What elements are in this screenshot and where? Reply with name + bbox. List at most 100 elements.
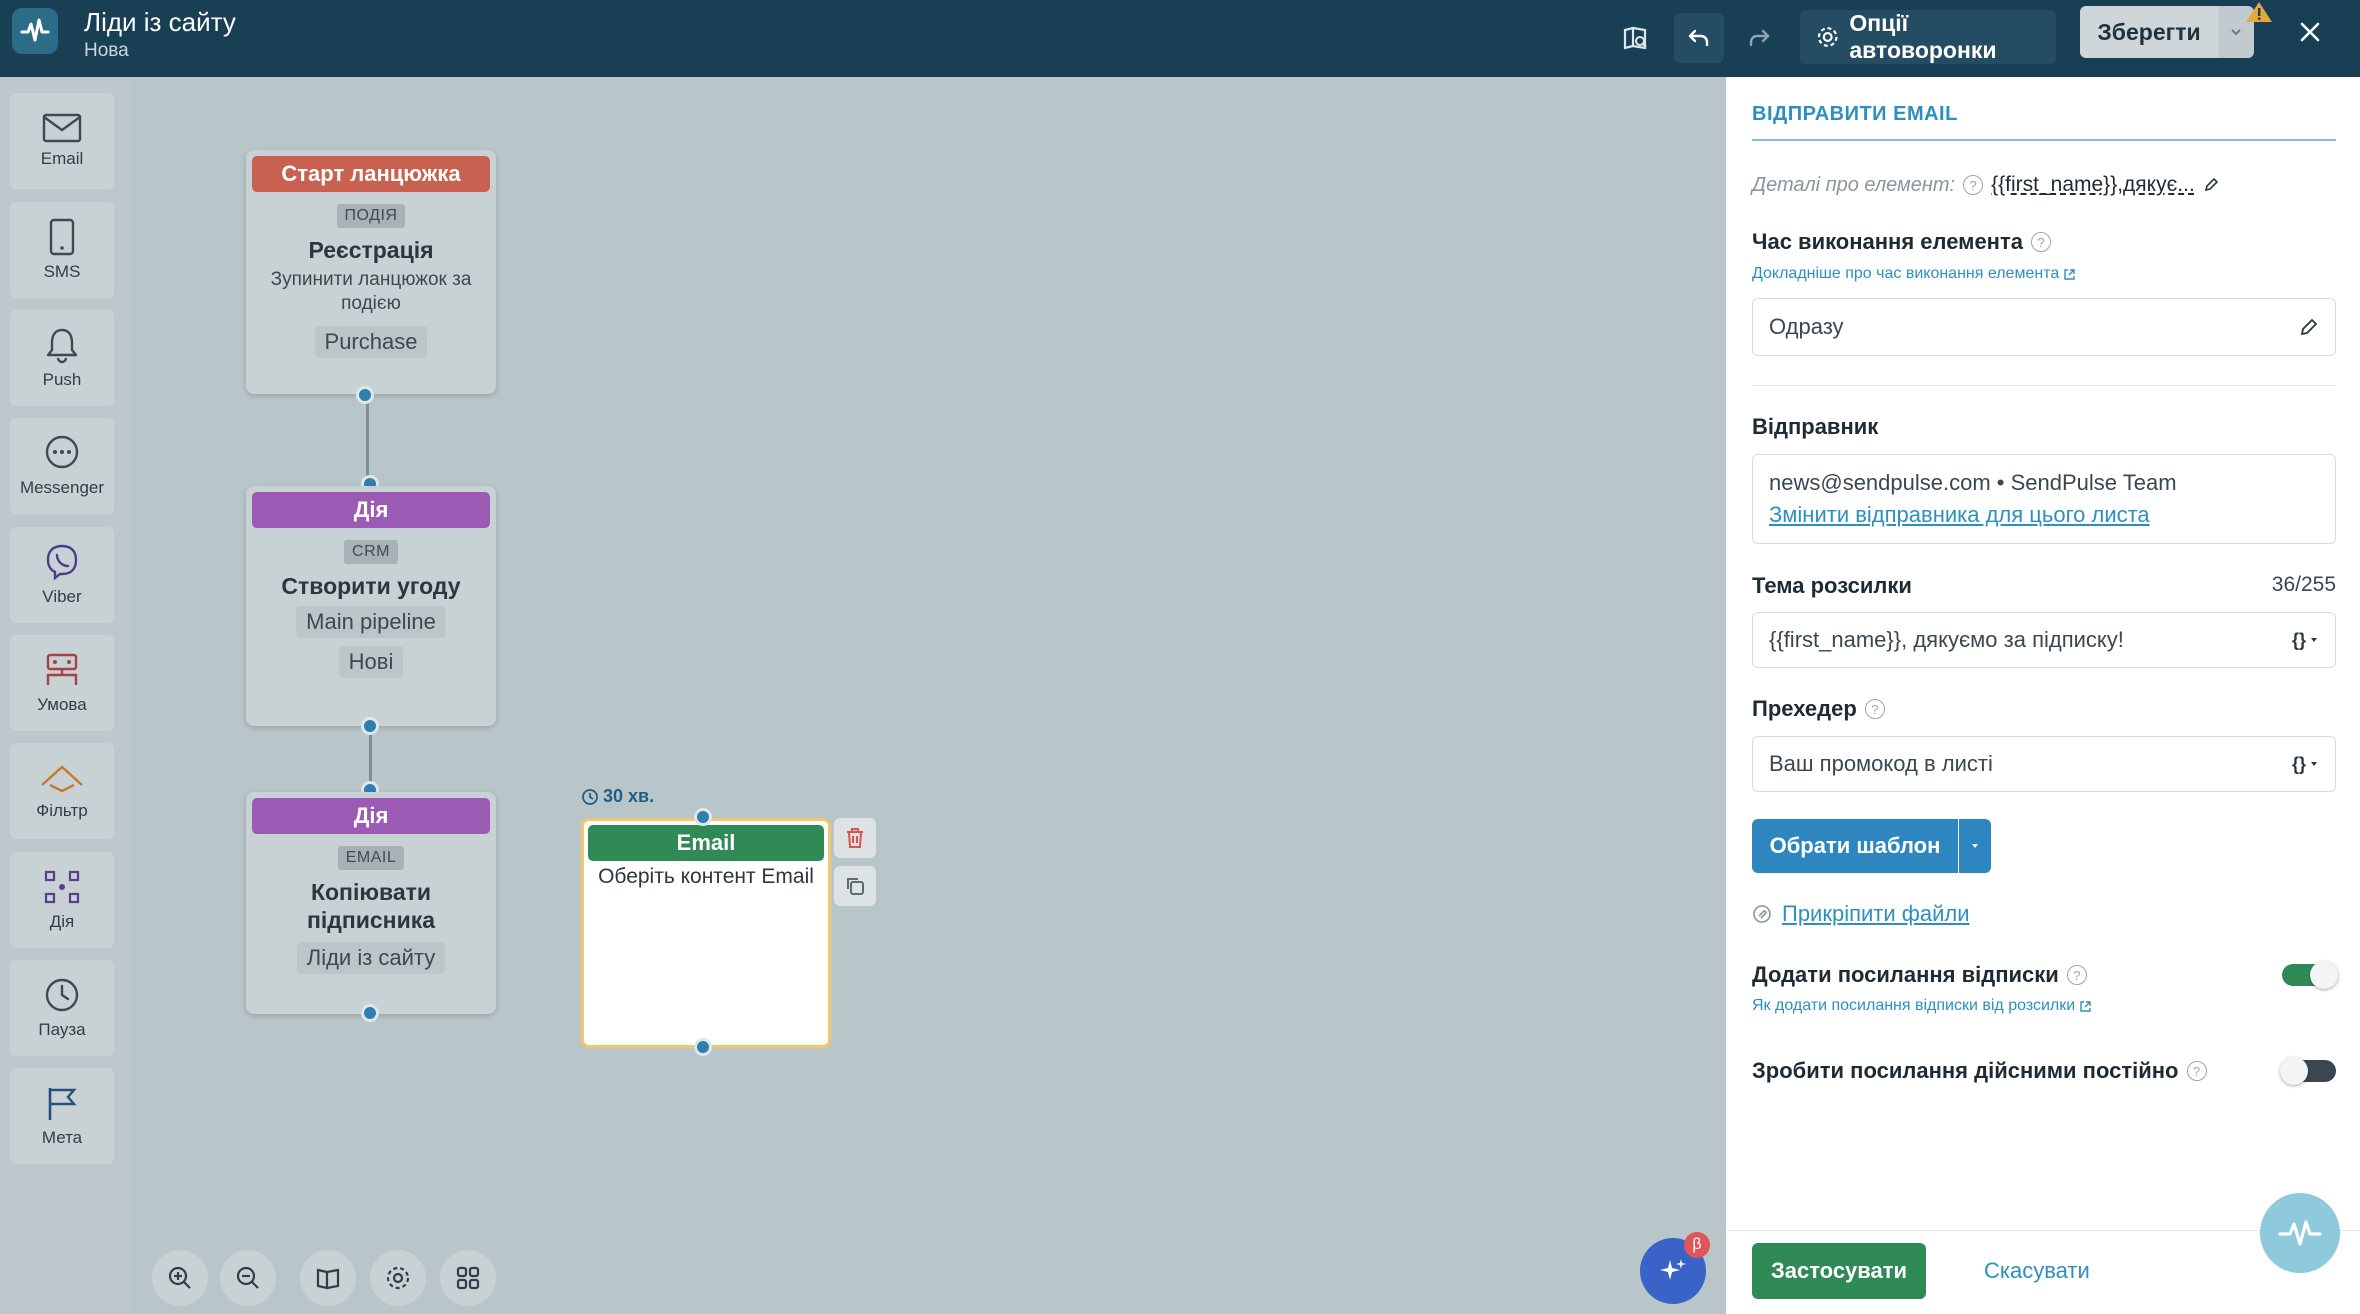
unsubscribe-help-link[interactable]: Як додати посилання відписки від розсилк… bbox=[1752, 997, 2092, 1015]
funnel-options-button[interactable]: Опції автоворонки bbox=[1800, 10, 2056, 64]
book-button[interactable] bbox=[300, 1250, 356, 1306]
delay-value: 30 хв. bbox=[603, 786, 655, 806]
action-icon bbox=[44, 870, 80, 904]
help-icon[interactable]: ? bbox=[2066, 965, 2087, 985]
external-link-icon bbox=[2080, 1000, 2091, 1012]
tool-sms[interactable]: SMS bbox=[10, 202, 114, 298]
tool-label: Email bbox=[40, 149, 84, 168]
exec-time-help-link[interactable]: Докладніше про час виконання елемента bbox=[1752, 265, 2076, 283]
redo-button[interactable] bbox=[1734, 13, 1784, 63]
grid-button[interactable] bbox=[440, 1250, 496, 1306]
output-port[interactable] bbox=[361, 717, 379, 735]
flag-icon bbox=[48, 1088, 77, 1120]
element-settings-panel: ВІДПРАВИТИ EMAIL Деталі про елемент: ? {… bbox=[1726, 77, 2360, 1314]
tool-goal[interactable]: Мета bbox=[10, 1068, 114, 1164]
exec-time-help-text: Докладніше про час виконання елемента bbox=[1752, 265, 2060, 282]
zoom-in-button[interactable] bbox=[152, 1250, 208, 1306]
tool-viber[interactable]: Viber bbox=[10, 527, 114, 623]
sparkle-icon bbox=[1660, 1259, 1686, 1280]
personalization-button[interactable]: {} bbox=[2292, 754, 2319, 775]
tool-filter[interactable]: Фільтр bbox=[10, 743, 114, 839]
tool-action[interactable]: Дія bbox=[10, 852, 114, 948]
delete-node-button[interactable] bbox=[834, 818, 876, 858]
gear-icon bbox=[1817, 27, 1838, 47]
attach-files-text: Прикріпити файли bbox=[1782, 901, 1970, 926]
exec-time-field[interactable]: Одразу bbox=[1752, 298, 2336, 356]
input-port[interactable] bbox=[694, 808, 712, 826]
panel-heading-underline bbox=[1752, 139, 2336, 141]
delay-tag[interactable]: 30 хв. bbox=[581, 786, 654, 807]
tool-pause[interactable]: Пауза bbox=[10, 960, 114, 1056]
viber-icon bbox=[46, 544, 78, 581]
element-details-label: Деталі про елемент: bbox=[1752, 173, 1956, 196]
attach-files-link[interactable]: Прикріпити файли bbox=[1752, 901, 1970, 927]
change-sender-link[interactable]: Змінити відправника для цього листа bbox=[1769, 502, 2150, 528]
help-icon[interactable]: ? bbox=[1864, 699, 1885, 719]
subject-input[interactable]: {{first_name}}, дякуємо за підписку! {} bbox=[1752, 612, 2336, 668]
permanent-links-toggle[interactable] bbox=[2280, 1057, 2336, 1085]
apply-button[interactable]: Застосувати bbox=[1752, 1243, 1926, 1299]
help-icon[interactable]: ? bbox=[2030, 232, 2051, 252]
flow-title[interactable]: Ліди із сайту bbox=[84, 6, 236, 38]
choose-template-dropdown[interactable] bbox=[1959, 819, 1991, 873]
action-node-type: CRM bbox=[344, 540, 398, 564]
preheader-input[interactable]: Ваш промокод в листі {} bbox=[1752, 736, 2336, 792]
personalization-button[interactable]: {} bbox=[2292, 630, 2319, 651]
element-details-row: Деталі про елемент: ? {{first_name}},дяк… bbox=[1752, 173, 2219, 197]
unsubscribe-label: Додати посилання відписки ? bbox=[1752, 962, 2087, 988]
output-port[interactable] bbox=[356, 386, 374, 404]
permanent-links-label-text: Зробити посилання дійсними постійно bbox=[1752, 1058, 2179, 1083]
panel-heading: ВІДПРАВИТИ EMAIL bbox=[1752, 103, 1958, 125]
start-node-text: Зупинити ланцюжок за подією bbox=[270, 269, 472, 314]
canvas-settings-button[interactable] bbox=[370, 1250, 426, 1306]
tool-push[interactable]: Push bbox=[10, 310, 114, 406]
warning-icon[interactable] bbox=[2244, 0, 2274, 29]
chevron-down-icon bbox=[2311, 638, 2317, 642]
exec-time-value: Одразу bbox=[1769, 314, 1844, 339]
pencil-icon[interactable] bbox=[2203, 177, 2219, 193]
tool-label: Пауза bbox=[38, 1020, 86, 1039]
beta-badge: β bbox=[1684, 1232, 1710, 1258]
choose-template-button[interactable]: Обрати шаблон bbox=[1752, 819, 1958, 873]
cancel-button[interactable]: Скасувати bbox=[1984, 1243, 2090, 1299]
guide-book-icon[interactable] bbox=[1610, 13, 1660, 63]
sendpulse-logo-icon[interactable] bbox=[12, 8, 58, 54]
action-node-tag: Ліди із сайту bbox=[296, 942, 446, 974]
tool-label: Push bbox=[42, 370, 82, 389]
help-icon[interactable]: ? bbox=[2186, 1061, 2207, 1081]
tool-messenger[interactable]: Messenger bbox=[10, 418, 114, 514]
sender-value: news@sendpulse.com • SendPulse Team bbox=[1769, 470, 2177, 495]
action-node-title: Копіювати підписника bbox=[306, 879, 436, 933]
element-details-value[interactable]: {{first_name}},дякує... bbox=[1991, 173, 2195, 197]
start-node[interactable]: Старт ланцюжка ПОДІЯ Реєстрація Зупинити… bbox=[246, 150, 496, 394]
support-chat-button[interactable] bbox=[2260, 1193, 2340, 1273]
connector-line bbox=[366, 396, 369, 486]
email-node[interactable]: Email Оберіть контент Email bbox=[581, 818, 831, 1048]
action-node-type: EMAIL bbox=[337, 846, 405, 870]
unsubscribe-toggle[interactable] bbox=[2282, 961, 2338, 989]
tool-label: Умова bbox=[37, 695, 87, 714]
zoom-out-button[interactable] bbox=[220, 1250, 276, 1306]
action-node-header: Дія bbox=[252, 798, 490, 834]
action-node-crm[interactable]: Дія CRM Створити угоду Main pipeline Нов… bbox=[246, 486, 496, 726]
help-icon[interactable]: ? bbox=[1963, 175, 1984, 195]
pencil-icon bbox=[2300, 318, 2318, 336]
exec-time-label-text: Час виконання елемента bbox=[1752, 229, 2023, 254]
close-icon bbox=[2300, 22, 2320, 42]
preheader-value: Ваш промокод в листі bbox=[1769, 751, 1993, 776]
tool-email[interactable]: Email bbox=[10, 93, 114, 189]
preheader-label-text: Прехедер bbox=[1752, 696, 1857, 721]
save-button[interactable]: Зберегти bbox=[2080, 6, 2218, 58]
start-node-header: Старт ланцюжка bbox=[252, 156, 490, 192]
divider bbox=[1752, 385, 2336, 386]
action-node-header: Дія bbox=[252, 492, 490, 528]
phone-icon bbox=[49, 218, 75, 256]
duplicate-node-button[interactable] bbox=[834, 866, 876, 906]
close-button[interactable] bbox=[2286, 8, 2334, 56]
output-port[interactable] bbox=[361, 1004, 379, 1022]
action-node-email[interactable]: Дія EMAIL Копіювати підписника Ліди із с… bbox=[246, 792, 496, 1014]
book-icon bbox=[316, 1268, 340, 1290]
undo-button[interactable] bbox=[1674, 13, 1724, 63]
tool-condition[interactable]: Умова bbox=[10, 635, 114, 731]
output-port[interactable] bbox=[694, 1038, 712, 1056]
